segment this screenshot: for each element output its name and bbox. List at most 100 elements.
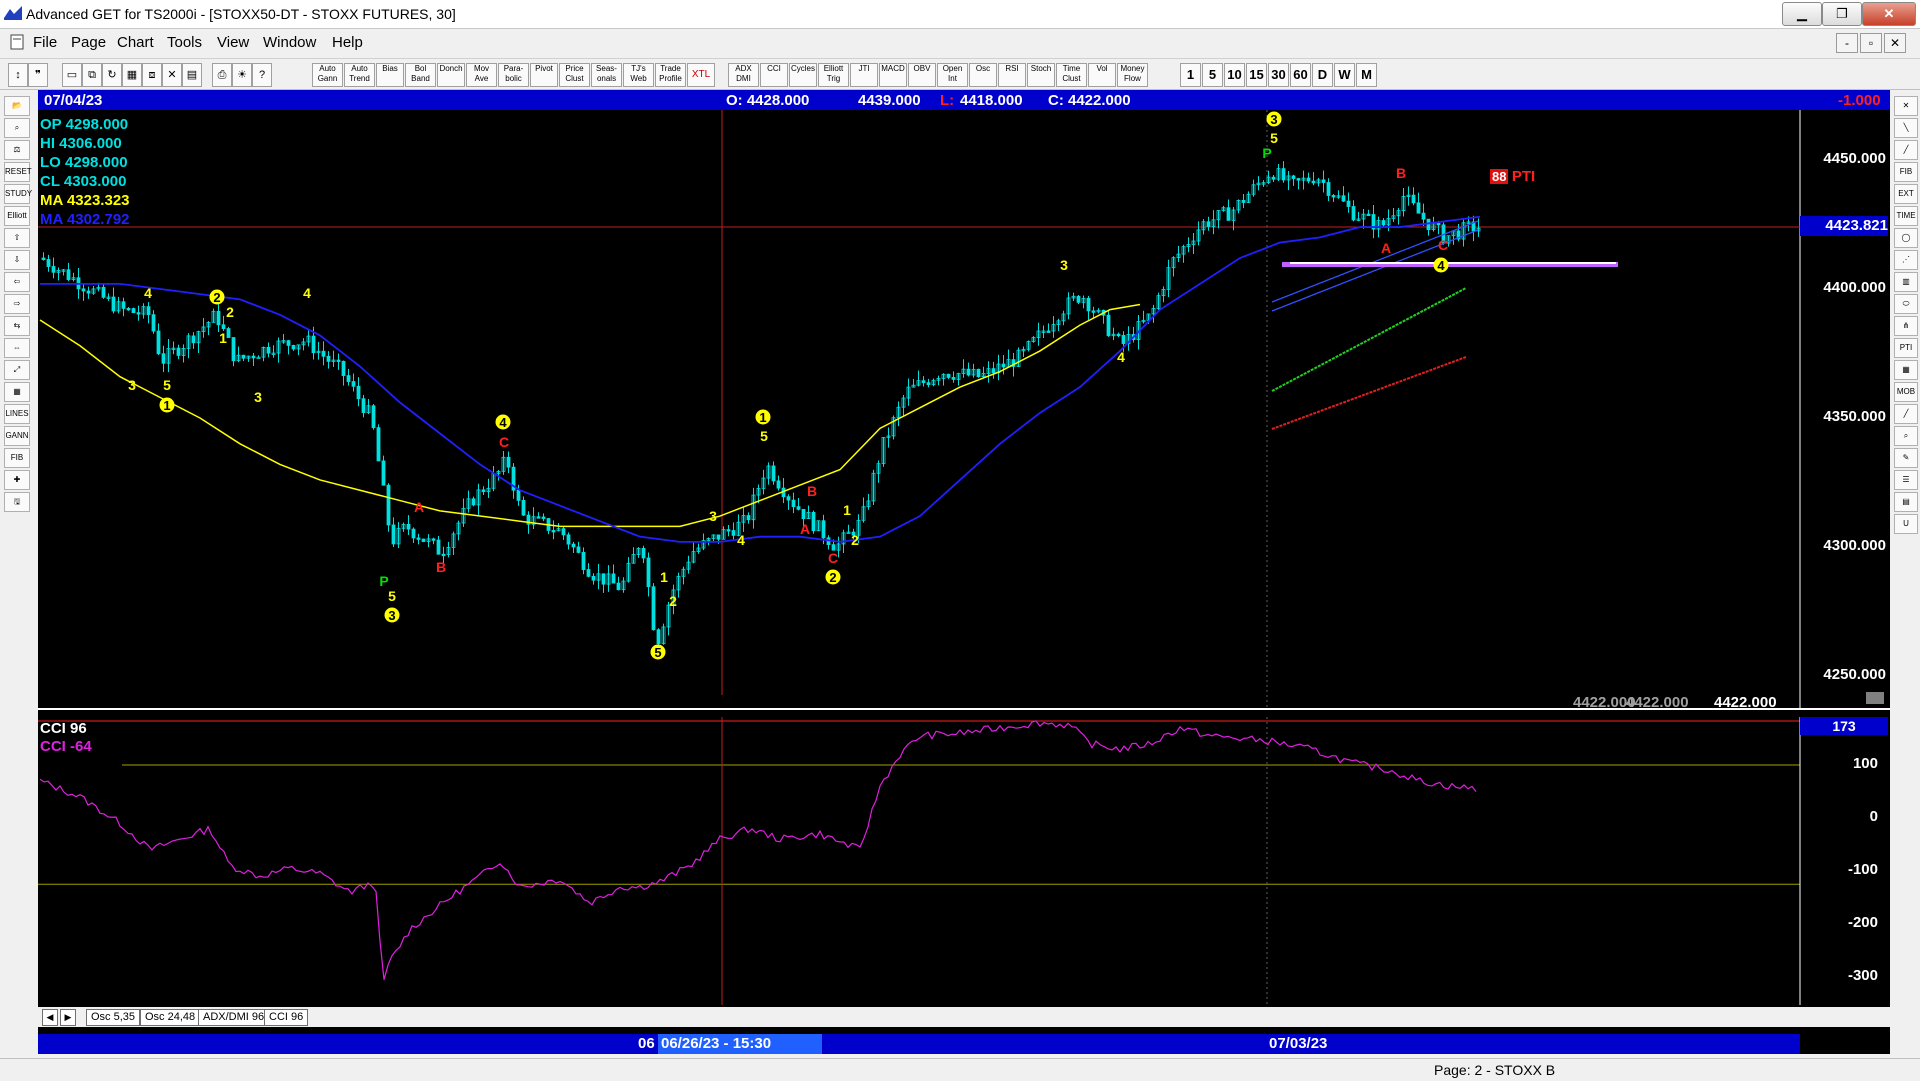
arrow-left-icon[interactable]: ⇦ — [4, 272, 30, 292]
fib-retracement-icon[interactable]: FIB — [1894, 162, 1918, 182]
bulb-icon[interactable]: ☀ — [232, 63, 252, 87]
period-button-5[interactable]: 5 — [1202, 63, 1223, 87]
minimize-button[interactable]: ▁ — [1782, 2, 1822, 26]
tab-cci-96[interactable]: CCI 96 — [264, 1009, 309, 1026]
tab-prev-button[interactable]: ◀ — [42, 1009, 58, 1026]
chart-corner-icon[interactable] — [1866, 692, 1884, 704]
study-button-24[interactable]: Time Clust — [1056, 63, 1087, 87]
period-button-w[interactable]: W — [1334, 63, 1355, 87]
line-tool-icon[interactable]: ╱ — [1894, 404, 1918, 424]
elliott-icon[interactable]: Elliott — [4, 206, 30, 226]
pti-icon[interactable]: PTI — [1894, 338, 1918, 358]
cascade-icon[interactable]: ⧈ — [142, 63, 162, 87]
menu-help[interactable]: Help — [332, 34, 363, 51]
circle-icon[interactable]: ◯ — [1894, 228, 1918, 248]
ellipse-icon[interactable]: ⬭ — [1894, 294, 1918, 314]
study-button-8[interactable]: Price Clust — [559, 63, 590, 87]
fit-icon[interactable]: ⤢ — [4, 360, 30, 380]
table-icon[interactable]: ▦ — [1894, 360, 1918, 380]
study-button-16[interactable]: Elliott Trig — [818, 63, 849, 87]
close-panel-icon[interactable]: ✕ — [1894, 96, 1918, 116]
fan-icon[interactable]: ⋰ — [1894, 250, 1918, 270]
menu-file[interactable]: File — [33, 34, 57, 51]
study-button-11[interactable]: Trade Profile — [655, 63, 686, 87]
trendline-icon[interactable]: ╲ — [1894, 118, 1918, 138]
period-button-d[interactable]: D — [1312, 63, 1333, 87]
study-button-18[interactable]: MACD — [879, 63, 907, 87]
zoom-icon[interactable]: ⌕ — [4, 118, 30, 138]
study-button-19[interactable]: OBV — [908, 63, 936, 87]
study-button-14[interactable]: CCI — [760, 63, 788, 87]
reset-icon[interactable]: RESET — [4, 162, 32, 182]
study-button-17[interactable]: JTI — [850, 63, 878, 87]
mdi-close-button[interactable]: ✕ — [1884, 33, 1906, 53]
quote-icon[interactable]: ❞ — [28, 63, 48, 87]
study-button-1[interactable]: Auto Trend — [344, 63, 375, 87]
new-chart-icon[interactable]: ▭ — [62, 63, 82, 87]
study-button-26[interactable]: Money Flow — [1117, 63, 1148, 87]
cci-chart[interactable] — [38, 717, 1890, 1005]
expand-icon[interactable]: ⇔ — [4, 338, 30, 358]
line-icon[interactable]: ╱ — [1894, 140, 1918, 160]
menu-tools[interactable]: Tools — [167, 34, 202, 51]
close-button[interactable]: ✕ — [1862, 2, 1916, 26]
period-button-15[interactable]: 15 — [1246, 63, 1267, 87]
menu-chart[interactable]: Chart — [117, 34, 154, 51]
study-button-15[interactable]: Cycles — [789, 63, 817, 87]
compress-icon[interactable]: ⇆ — [4, 316, 30, 336]
crosshair-icon[interactable]: ✚ — [4, 470, 30, 490]
study-button-4[interactable]: Donch — [437, 63, 465, 87]
period-button-10[interactable]: 10 — [1224, 63, 1245, 87]
fib-time-icon[interactable]: TIME — [1894, 206, 1918, 226]
fib-icon[interactable]: FIB — [4, 448, 30, 468]
print-icon[interactable]: ⎙ — [212, 63, 232, 87]
study-button-5[interactable]: Mov Ave — [466, 63, 497, 87]
grid-icon[interactable]: ▤ — [182, 63, 202, 87]
restore-button[interactable]: ❐ — [1822, 2, 1862, 26]
tab-osc-5-35[interactable]: Osc 5,35 — [86, 1009, 141, 1026]
document-icon[interactable] — [10, 34, 24, 50]
arrow-right-icon[interactable]: ⇨ — [4, 294, 30, 314]
study-button-22[interactable]: RSI — [998, 63, 1026, 87]
layers-icon[interactable]: ▤ — [1894, 492, 1918, 512]
period-button-m[interactable]: M — [1356, 63, 1377, 87]
tab-next-button[interactable]: ▶ — [60, 1009, 76, 1026]
study-button-21[interactable]: Osc — [969, 63, 997, 87]
menu-window[interactable]: Window — [263, 34, 316, 51]
study-icon[interactable]: STUDY — [4, 184, 32, 204]
study-button-23[interactable]: Stoch — [1027, 63, 1055, 87]
balance-icon[interactable]: ⚖ — [4, 140, 30, 160]
fib-extension-icon[interactable]: EXT — [1894, 184, 1918, 204]
study-button-13[interactable]: ADX DMI — [728, 63, 759, 87]
study-button-2[interactable]: Bias — [376, 63, 404, 87]
price-chart[interactable]: 43 51221344CABP535123415BA12C23435PBA C4 — [38, 110, 1890, 710]
tile-icon[interactable]: ▦ — [122, 63, 142, 87]
lines-icon[interactable]: LINES — [4, 404, 30, 424]
cancel-icon[interactable]: ✕ — [162, 63, 182, 87]
save-icon[interactable]: 🖫 — [4, 492, 30, 512]
copy-icon[interactable]: ⧉ — [82, 63, 102, 87]
study-button-0[interactable]: Auto Gann — [312, 63, 343, 87]
arrow-down-icon[interactable]: ⇩ — [4, 250, 30, 270]
study-button-3[interactable]: Bol Band — [405, 63, 436, 87]
open-icon[interactable]: 📂 — [4, 96, 30, 116]
arrow-up-icon[interactable]: ⇧ — [4, 228, 30, 248]
study-button-25[interactable]: Vol — [1088, 63, 1116, 87]
mdi-restore-button[interactable]: ▫ — [1860, 33, 1882, 53]
refresh-icon[interactable]: ↻ — [102, 63, 122, 87]
mdi-minimize-button[interactable]: - — [1836, 33, 1858, 53]
channel-icon[interactable]: ▥ — [1894, 272, 1918, 292]
magnet-icon[interactable]: U — [1894, 514, 1918, 534]
pointer-icon[interactable]: ↕ — [8, 63, 28, 87]
study-button-20[interactable]: Open Int — [937, 63, 968, 87]
menu-view[interactable]: View — [217, 34, 249, 51]
study-button-10[interactable]: TJ's Web — [623, 63, 654, 87]
period-button-30[interactable]: 30 — [1268, 63, 1289, 87]
study-button-12[interactable]: XTL — [687, 63, 715, 87]
mob-icon[interactable]: MOB — [1894, 382, 1918, 402]
magnify-icon[interactable]: ⌕ — [1894, 426, 1918, 446]
period-button-1[interactable]: 1 — [1180, 63, 1201, 87]
pitchfork-icon[interactable]: ⋔ — [1894, 316, 1918, 336]
study-button-7[interactable]: Pivot — [530, 63, 558, 87]
study-button-6[interactable]: Para-bolic — [498, 63, 529, 87]
